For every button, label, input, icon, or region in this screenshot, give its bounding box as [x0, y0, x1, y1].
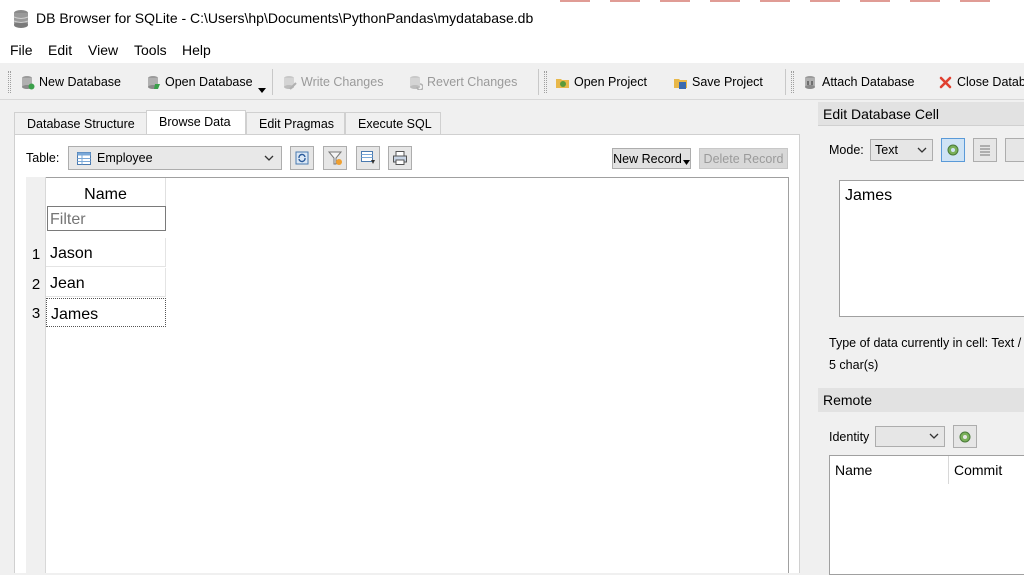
save-table-button[interactable] [356, 146, 380, 170]
open-project-icon [556, 78, 569, 88]
new-record-button[interactable]: New Record [612, 148, 691, 169]
chevron-down-icon [929, 433, 939, 439]
save-table-icon [361, 151, 375, 164]
revert-changes-icon [410, 75, 423, 90]
save-project-button[interactable]: Save Project [673, 71, 763, 93]
open-project-label: Open Project [574, 75, 647, 89]
write-changes-icon [284, 75, 297, 90]
delete-record-label: Delete Record [703, 151, 784, 166]
write-changes-button[interactable]: Write Changes [282, 71, 383, 93]
word-wrap-button[interactable] [973, 138, 997, 162]
close-icon [939, 76, 952, 88]
align-text-icon [980, 145, 990, 156]
new-database-label: New Database [39, 75, 121, 89]
toolbar-grip[interactable] [791, 71, 794, 93]
gear-icon [947, 144, 959, 156]
table-icon [77, 151, 91, 165]
table-select[interactable]: Employee [68, 146, 282, 170]
open-project-button[interactable]: Open Project [555, 71, 647, 93]
menu-help[interactable]: Help [182, 42, 211, 58]
new-database-icon [22, 75, 35, 89]
menu-bar: File Edit View Tools Help [0, 38, 1024, 63]
toolbar-separator [785, 69, 786, 95]
revert-changes-button[interactable]: Revert Changes [408, 71, 517, 93]
delete-record-button[interactable]: Delete Record [699, 148, 788, 169]
table-label: Table: [26, 151, 60, 165]
table-cell-selected[interactable]: James [46, 298, 166, 327]
row-number-column [26, 177, 46, 573]
close-database-button[interactable]: Close Databa [938, 71, 1024, 93]
attach-database-button[interactable]: Attach Database [803, 71, 914, 93]
chevron-down-icon [917, 147, 927, 153]
save-project-label: Save Project [692, 75, 763, 89]
menu-file[interactable]: File [10, 42, 33, 58]
row-number[interactable]: 2 [26, 276, 46, 293]
auto-switch-mode-button[interactable] [941, 138, 965, 162]
menu-view[interactable]: View [88, 42, 118, 58]
open-database-dropdown-icon[interactable] [258, 88, 266, 93]
identity-label: Identity [829, 430, 870, 444]
chevron-down-icon [264, 155, 274, 161]
clear-filter-icon [327, 151, 343, 165]
edit-cell-extra-button[interactable] [1005, 138, 1024, 162]
tab-browse-data[interactable]: Browse Data [146, 110, 246, 135]
refresh-icon [295, 151, 309, 165]
identity-settings-button[interactable] [953, 425, 977, 448]
attach-database-label: Attach Database [822, 75, 915, 89]
cell-editor-textarea[interactable]: James [839, 180, 1024, 317]
tab-execute-sql[interactable]: Execute SQL [345, 112, 441, 134]
attach-database-icon [805, 75, 815, 89]
mode-label: Mode: [829, 143, 864, 157]
clear-filters-button[interactable] [323, 146, 347, 170]
remote-column-commit[interactable]: Commit [954, 462, 1002, 478]
new-database-button[interactable]: New Database [20, 71, 121, 93]
row-number[interactable]: 3 [26, 305, 46, 322]
new-record-label: New Record [613, 151, 682, 166]
revert-changes-label: Revert Changes [427, 75, 518, 89]
column-divider [948, 456, 949, 484]
cell-size-info: 5 char(s) [829, 358, 879, 372]
identity-select[interactable] [875, 426, 945, 447]
toolbar-grip[interactable] [544, 71, 547, 93]
remote-column-name[interactable]: Name [835, 462, 872, 478]
mode-select-value: Text [875, 143, 898, 157]
write-changes-label: Write Changes [301, 75, 384, 89]
gear-icon [959, 431, 971, 442]
table-select-value: Employee [97, 151, 153, 165]
table-cell[interactable]: Jason [46, 238, 166, 267]
window-title: DB Browser for SQLite - C:\Users\hp\Docu… [36, 10, 534, 26]
row-number[interactable]: 1 [26, 246, 46, 263]
menu-edit[interactable]: Edit [48, 42, 72, 58]
tab-database-structure[interactable]: Database Structure [14, 112, 147, 134]
table-cell[interactable]: Jean [46, 268, 166, 297]
toolbar-separator [272, 69, 273, 95]
toolbar: New Database Open Database Write Changes… [0, 63, 1024, 100]
mode-select[interactable]: Text [870, 139, 933, 161]
top-edge-decoration [560, 0, 1000, 2]
refresh-button[interactable] [290, 146, 314, 170]
open-database-label: Open Database [165, 75, 253, 89]
remote-header: Remote [818, 388, 1024, 412]
menu-tools[interactable]: Tools [134, 42, 167, 58]
title-bar: DB Browser for SQLite - C:\Users\hp\Docu… [0, 0, 1024, 38]
column-filter-input[interactable] [47, 206, 166, 231]
close-database-label: Close Databa [957, 75, 1024, 89]
column-header-name[interactable]: Name [46, 178, 166, 206]
chevron-down-icon [682, 160, 690, 165]
data-grid[interactable] [26, 177, 789, 573]
toolbar-grip[interactable] [8, 71, 11, 93]
save-project-icon [674, 78, 687, 89]
printer-icon [393, 151, 407, 165]
database-icon [13, 10, 29, 28]
edit-cell-header: Edit Database Cell [818, 102, 1024, 126]
open-database-button[interactable]: Open Database [146, 71, 253, 93]
open-database-icon [148, 75, 160, 89]
print-button[interactable] [388, 146, 412, 170]
cell-type-info: Type of data currently in cell: Text / [829, 336, 1022, 350]
toolbar-separator [538, 69, 539, 95]
tab-edit-pragmas[interactable]: Edit Pragmas [246, 112, 345, 134]
